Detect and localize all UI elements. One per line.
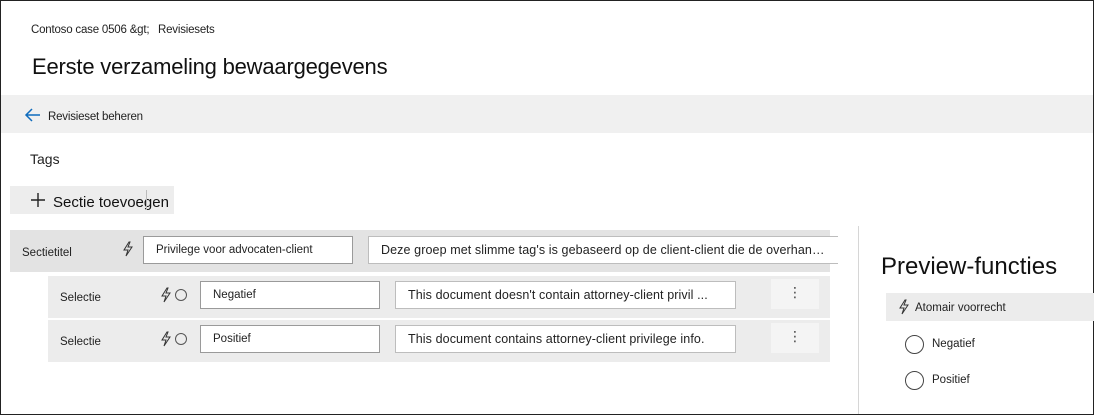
more-options-button[interactable]: ⋮ [771,279,819,309]
choice-description-input[interactable]: This document contains attorney-client p… [395,325,736,353]
pane-divider [858,226,859,414]
more-vertical-icon: ⋮ [788,328,802,344]
preview-title: Preview-functies [881,253,1058,280]
add-section-label: Sectie toevoegen [53,194,169,211]
tags-heading: Tags [30,151,60,167]
section-description-input[interactable]: Deze groep met slimme tag's is gebaseerd… [368,236,838,264]
choice-name-input[interactable]: Negatief [200,281,380,309]
plus-icon [31,193,45,207]
breadcrumb-current: Revisiesets [158,24,215,36]
section-title-input[interactable]: Privilege voor advocaten-client [143,236,353,264]
radio-circle-icon [175,333,187,345]
choice-description-input[interactable]: This document doesn't contain attorney-c… [395,281,736,309]
lightning-bolt-icon [899,299,909,315]
choice-row: Selectie Negatief This document doesn't … [48,276,830,318]
manage-review-set-link[interactable]: Revisieset beheren [48,111,143,123]
breadcrumb-case-link[interactable]: Contoso case 0506 &gt; [31,24,150,36]
more-vertical-icon: ⋮ [788,284,802,300]
section-row: Sectietitel Privilege voor advocaten-cli… [10,230,838,272]
page-title: Eerste verzameling bewaargegevens [32,54,388,79]
preview-option-label: Negatief [932,338,975,350]
choice-name-input[interactable]: Positief [200,325,380,353]
radio-button[interactable] [905,335,924,354]
button-divider [146,190,147,210]
radio-button[interactable] [905,371,924,390]
preview-option-label: Positief [932,374,970,386]
preview-group-label: Atomair voorrecht [915,302,1006,314]
command-bar [1,95,1093,133]
lightning-bolt-icon [161,287,171,303]
lightning-bolt-icon [161,331,171,347]
radio-circle-icon [175,289,187,301]
more-options-button[interactable]: ⋮ [771,323,819,353]
arrow-left-icon[interactable] [23,106,43,124]
lightning-bolt-icon [123,241,133,257]
add-section-button[interactable]: Sectie toevoegen [10,186,174,214]
choice-row: Selectie Positief This document contains… [48,320,830,362]
choice-label: Selectie [60,292,101,304]
section-label: Sectietitel [22,247,72,259]
preview-group-header: Atomair voorrecht [886,293,1094,321]
choice-label: Selectie [60,336,101,348]
